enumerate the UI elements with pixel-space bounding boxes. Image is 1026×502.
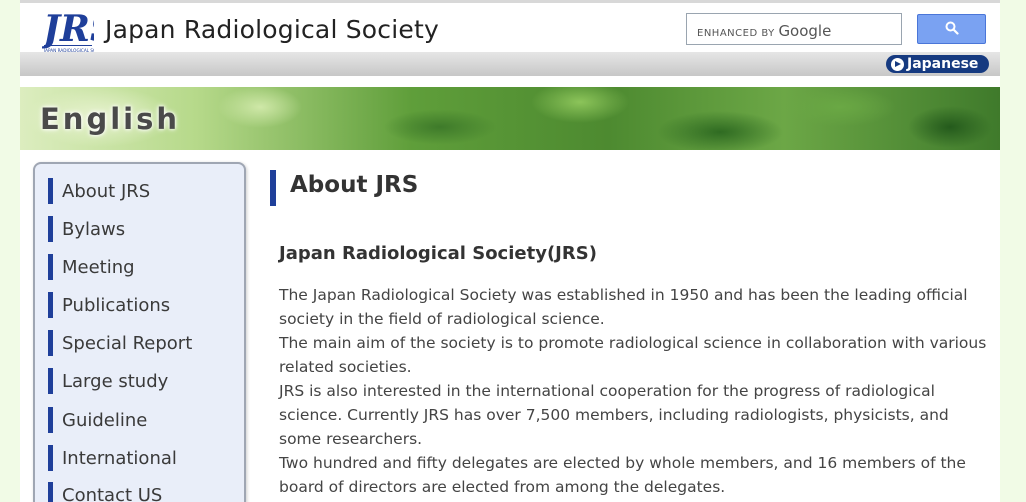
search-input[interactable]: ENHANCED BY Google bbox=[686, 13, 902, 45]
sidebar-nav: About JRS Bylaws Meeting Publications Sp… bbox=[33, 162, 246, 502]
play-arrow-icon bbox=[891, 57, 904, 71]
jrs-logo[interactable]: JRS JAPAN RADIOLOGICAL SOCIETY bbox=[37, 7, 116, 53]
banner-title: English bbox=[40, 102, 181, 136]
sidebar-item-contact-us[interactable]: Contact US bbox=[48, 482, 238, 502]
search-button[interactable] bbox=[917, 14, 986, 44]
language-link-label: Japanese bbox=[907, 56, 979, 72]
paragraph-history: The Japan Radiological Society was estab… bbox=[279, 286, 968, 328]
page-title: About JRS bbox=[290, 172, 419, 198]
sidebar-item-guideline[interactable]: Guideline bbox=[48, 407, 238, 433]
paragraph-aim: The main aim of the society is to promot… bbox=[279, 334, 987, 376]
sidebar-item-large-study[interactable]: Large study bbox=[48, 368, 238, 394]
sidebar-item-meeting[interactable]: Meeting bbox=[48, 254, 238, 280]
site-header: JRS JAPAN RADIOLOGICAL SOCIETY Japan Rad… bbox=[20, 0, 1000, 53]
sidebar-item-international[interactable]: International bbox=[48, 445, 238, 471]
svg-text:JRS: JRS bbox=[42, 8, 94, 50]
paragraph-delegates: Two hundred and fifty delegates are elec… bbox=[279, 454, 966, 496]
heading-accent-bar bbox=[270, 170, 276, 206]
site-title[interactable]: Japan Radiological Society bbox=[105, 15, 439, 44]
page-container: JRS JAPAN RADIOLOGICAL SOCIETY Japan Rad… bbox=[20, 0, 1000, 502]
section-subheading: Japan Radiological Society(JRS) bbox=[279, 243, 597, 264]
header-bar: Japanese bbox=[20, 52, 1000, 76]
japanese-language-link[interactable]: Japanese bbox=[886, 55, 989, 73]
search-icon bbox=[945, 20, 959, 39]
banner: English bbox=[20, 87, 1000, 150]
search-field[interactable] bbox=[687, 14, 901, 44]
sidebar-item-bylaws[interactable]: Bylaws bbox=[48, 216, 238, 242]
paragraph-international: JRS is also interested in the internatio… bbox=[279, 382, 949, 448]
sidebar-item-publications[interactable]: Publications bbox=[48, 292, 238, 318]
sidebar-item-special-report[interactable]: Special Report bbox=[48, 330, 238, 356]
sidebar-item-about-jrs[interactable]: About JRS bbox=[48, 178, 238, 204]
